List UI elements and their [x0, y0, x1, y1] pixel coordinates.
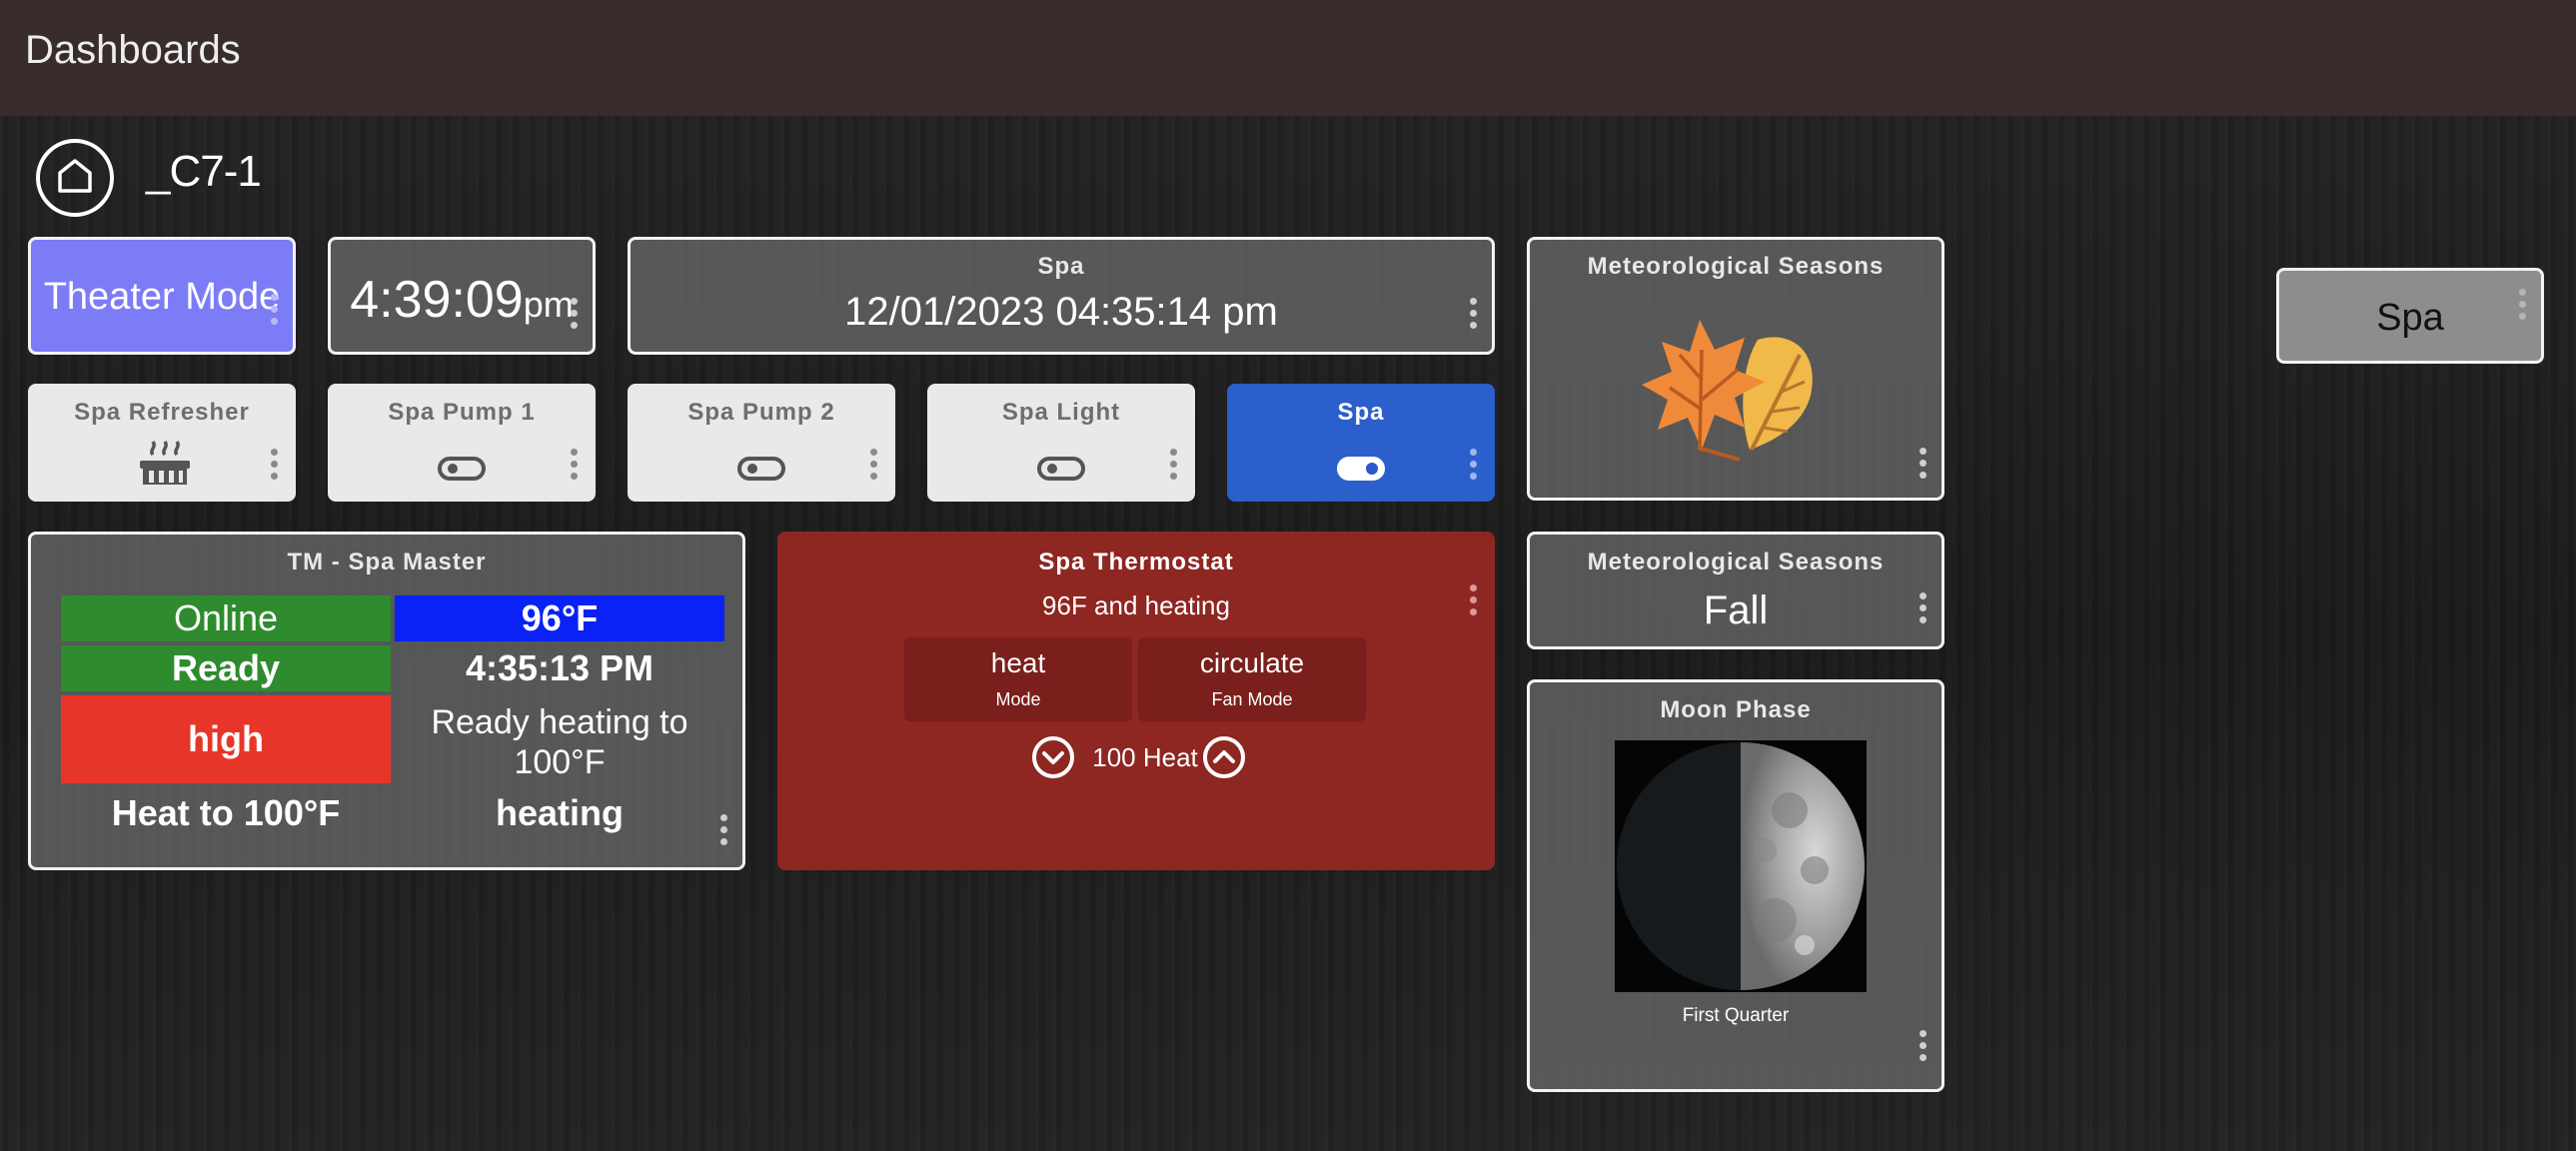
- spa-pump-1-tile[interactable]: Spa Pump 1: [328, 384, 596, 502]
- toggle-off-icon[interactable]: [438, 457, 486, 481]
- tile-title: TM - Spa Master: [287, 549, 487, 576]
- home-icon[interactable]: [36, 139, 114, 217]
- setpoint-up-icon[interactable]: [1201, 734, 1247, 780]
- spa-switch-tile[interactable]: Spa: [1227, 384, 1495, 502]
- online-status: Online: [61, 595, 391, 641]
- theater-mode-label: Theater Mode: [43, 276, 281, 318]
- page-title: Dashboards: [25, 28, 241, 72]
- tile-menu-icon[interactable]: [1920, 592, 1928, 628]
- spa-thermostat-tile[interactable]: Spa Thermostat 96F and heating heat Mode…: [777, 532, 1495, 870]
- season-value: Fall: [1703, 588, 1769, 632]
- tile-menu-icon[interactable]: [271, 294, 279, 330]
- hot-tub-icon: [140, 441, 190, 485]
- tile-menu-icon[interactable]: [1470, 449, 1478, 485]
- spa-light-tile[interactable]: Spa Light: [927, 384, 1195, 502]
- mode-value: heat: [990, 647, 1046, 678]
- setpoint-down-icon[interactable]: [1030, 734, 1076, 780]
- tile-menu-icon[interactable]: [271, 449, 279, 485]
- tile-title: Meteorological Seasons: [1587, 549, 1885, 576]
- tile-menu-icon[interactable]: [1470, 584, 1478, 620]
- tile-title: Spa Light: [1001, 399, 1121, 426]
- spa-date-tile[interactable]: Spa 12/01/2023 04:35:14 pm: [628, 237, 1495, 355]
- moon-image: [1615, 740, 1867, 992]
- tile-menu-icon[interactable]: [571, 449, 579, 485]
- spa-side-tile[interactable]: Spa: [2276, 268, 2544, 364]
- clock-tile[interactable]: 4:39:09pm: [328, 237, 596, 355]
- last-update-time: 4:35:13 PM: [465, 647, 654, 688]
- seasons-text-tile[interactable]: Meteorological Seasons Fall: [1527, 532, 1944, 649]
- tile-title: Meteorological Seasons: [1587, 253, 1885, 280]
- moon-first-quarter-icon: [1617, 742, 1865, 990]
- setpoint-value: 100 Heat: [1092, 742, 1198, 772]
- tile-title: Spa: [1337, 399, 1385, 426]
- water-temperature: 96°F: [395, 595, 724, 641]
- tile-menu-icon[interactable]: [2519, 289, 2527, 325]
- spa-date-value: 12/01/2023 04:35:14 pm: [844, 290, 1278, 334]
- clock-display: 4:39:09pm: [331, 270, 593, 330]
- ready-status: Ready: [61, 645, 391, 691]
- fan-mode-label: Fan Mode: [1211, 689, 1293, 709]
- tile-title: Moon Phase: [1660, 696, 1812, 723]
- tile-title: Spa Pump 1: [388, 399, 536, 426]
- pump-speed: high: [61, 695, 391, 783]
- tile-menu-icon[interactable]: [571, 298, 579, 334]
- heater-state: heating: [495, 792, 624, 833]
- spa-pump-2-tile[interactable]: Spa Pump 2: [628, 384, 895, 502]
- spa-side-label: Spa: [2376, 297, 2444, 339]
- tile-title: Spa Pump 2: [687, 399, 835, 426]
- tile-menu-icon[interactable]: [1920, 448, 1928, 484]
- toggle-on-icon[interactable]: [1337, 457, 1385, 481]
- clock-ampm: pm: [523, 284, 574, 325]
- spa-master-tile[interactable]: TM - Spa Master Online 96°F Ready 4:35:1…: [28, 532, 745, 870]
- hub-name: _C7-1: [146, 147, 262, 196]
- tile-title: Spa Refresher: [74, 399, 250, 426]
- heating-status-text: Ready heating to 100°F: [431, 703, 688, 781]
- tile-menu-icon[interactable]: [720, 814, 728, 850]
- tile-menu-icon[interactable]: [1920, 1030, 1928, 1066]
- seasons-icon-tile[interactable]: Meteorological Seasons: [1527, 237, 1944, 501]
- mode-selector[interactable]: heat Mode: [904, 637, 1132, 721]
- top-bar: Dashboards: [0, 0, 2576, 116]
- mode-label: Mode: [995, 689, 1041, 709]
- heat-target: Heat to 100°F: [111, 792, 341, 833]
- toggle-off-icon[interactable]: [737, 457, 785, 481]
- tile-menu-icon[interactable]: [870, 449, 878, 485]
- tile-menu-icon[interactable]: [1470, 298, 1478, 334]
- theater-mode-tile[interactable]: Theater Mode: [28, 237, 296, 355]
- spa-refresher-tile[interactable]: Spa Refresher: [28, 384, 296, 502]
- toggle-off-icon[interactable]: [1037, 457, 1085, 481]
- tile-title: Spa Thermostat: [1038, 549, 1234, 576]
- tile-title: Spa: [1037, 253, 1085, 280]
- moon-phase-tile[interactable]: Moon Phase First Quarter: [1527, 679, 1944, 1092]
- thermostat-status: 96F and heating: [1042, 590, 1230, 620]
- autumn-leaves-icon: [1642, 320, 1813, 462]
- fan-mode-value: circulate: [1199, 647, 1305, 678]
- moon-phase-caption: First Quarter: [1682, 1005, 1790, 1026]
- fan-mode-selector[interactable]: circulate Fan Mode: [1138, 637, 1366, 721]
- tile-menu-icon[interactable]: [1170, 449, 1178, 485]
- clock-time: 4:39:09: [350, 271, 524, 329]
